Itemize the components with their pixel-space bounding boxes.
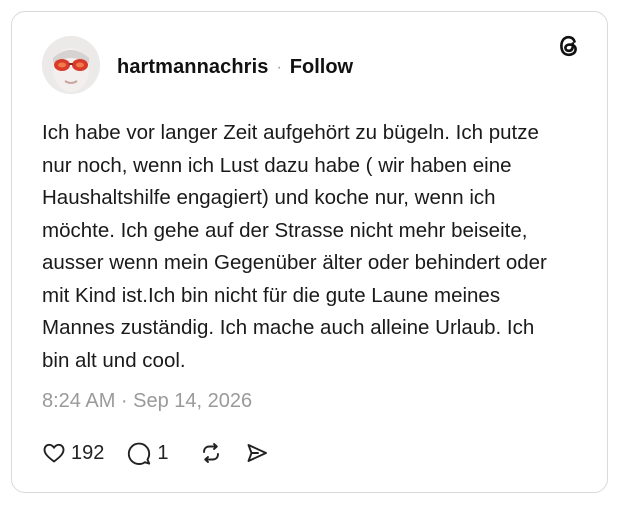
post-header: hartmannachris · Follow xyxy=(117,56,353,79)
repost-button[interactable] xyxy=(199,441,223,465)
follow-button[interactable]: Follow xyxy=(290,56,353,79)
share-button[interactable] xyxy=(245,441,269,465)
like-count: 192 xyxy=(71,441,105,464)
post-card: hartmannachris · Follow Ich habe vor lan… xyxy=(11,11,608,493)
avatar-image xyxy=(42,36,100,94)
repost-icon xyxy=(202,443,219,463)
action-bar: 192 1 xyxy=(42,440,269,466)
avatar[interactable] xyxy=(42,36,100,94)
like-button[interactable]: 192 xyxy=(42,441,104,465)
post-text: Ich habe vor langer Zeit aufgehört zu bü… xyxy=(42,121,547,372)
threads-logo-icon[interactable] xyxy=(555,32,583,60)
post-timestamp[interactable]: 8:24 AM · Sep 14, 2026 xyxy=(42,390,252,413)
heart-icon xyxy=(43,443,65,463)
reply-button[interactable]: 1 xyxy=(126,440,169,466)
send-icon xyxy=(247,444,267,462)
username-link[interactable]: hartmannachris xyxy=(117,56,268,79)
reply-count: 1 xyxy=(157,441,169,464)
comment-icon xyxy=(128,442,151,465)
separator-dot: · xyxy=(276,58,282,76)
